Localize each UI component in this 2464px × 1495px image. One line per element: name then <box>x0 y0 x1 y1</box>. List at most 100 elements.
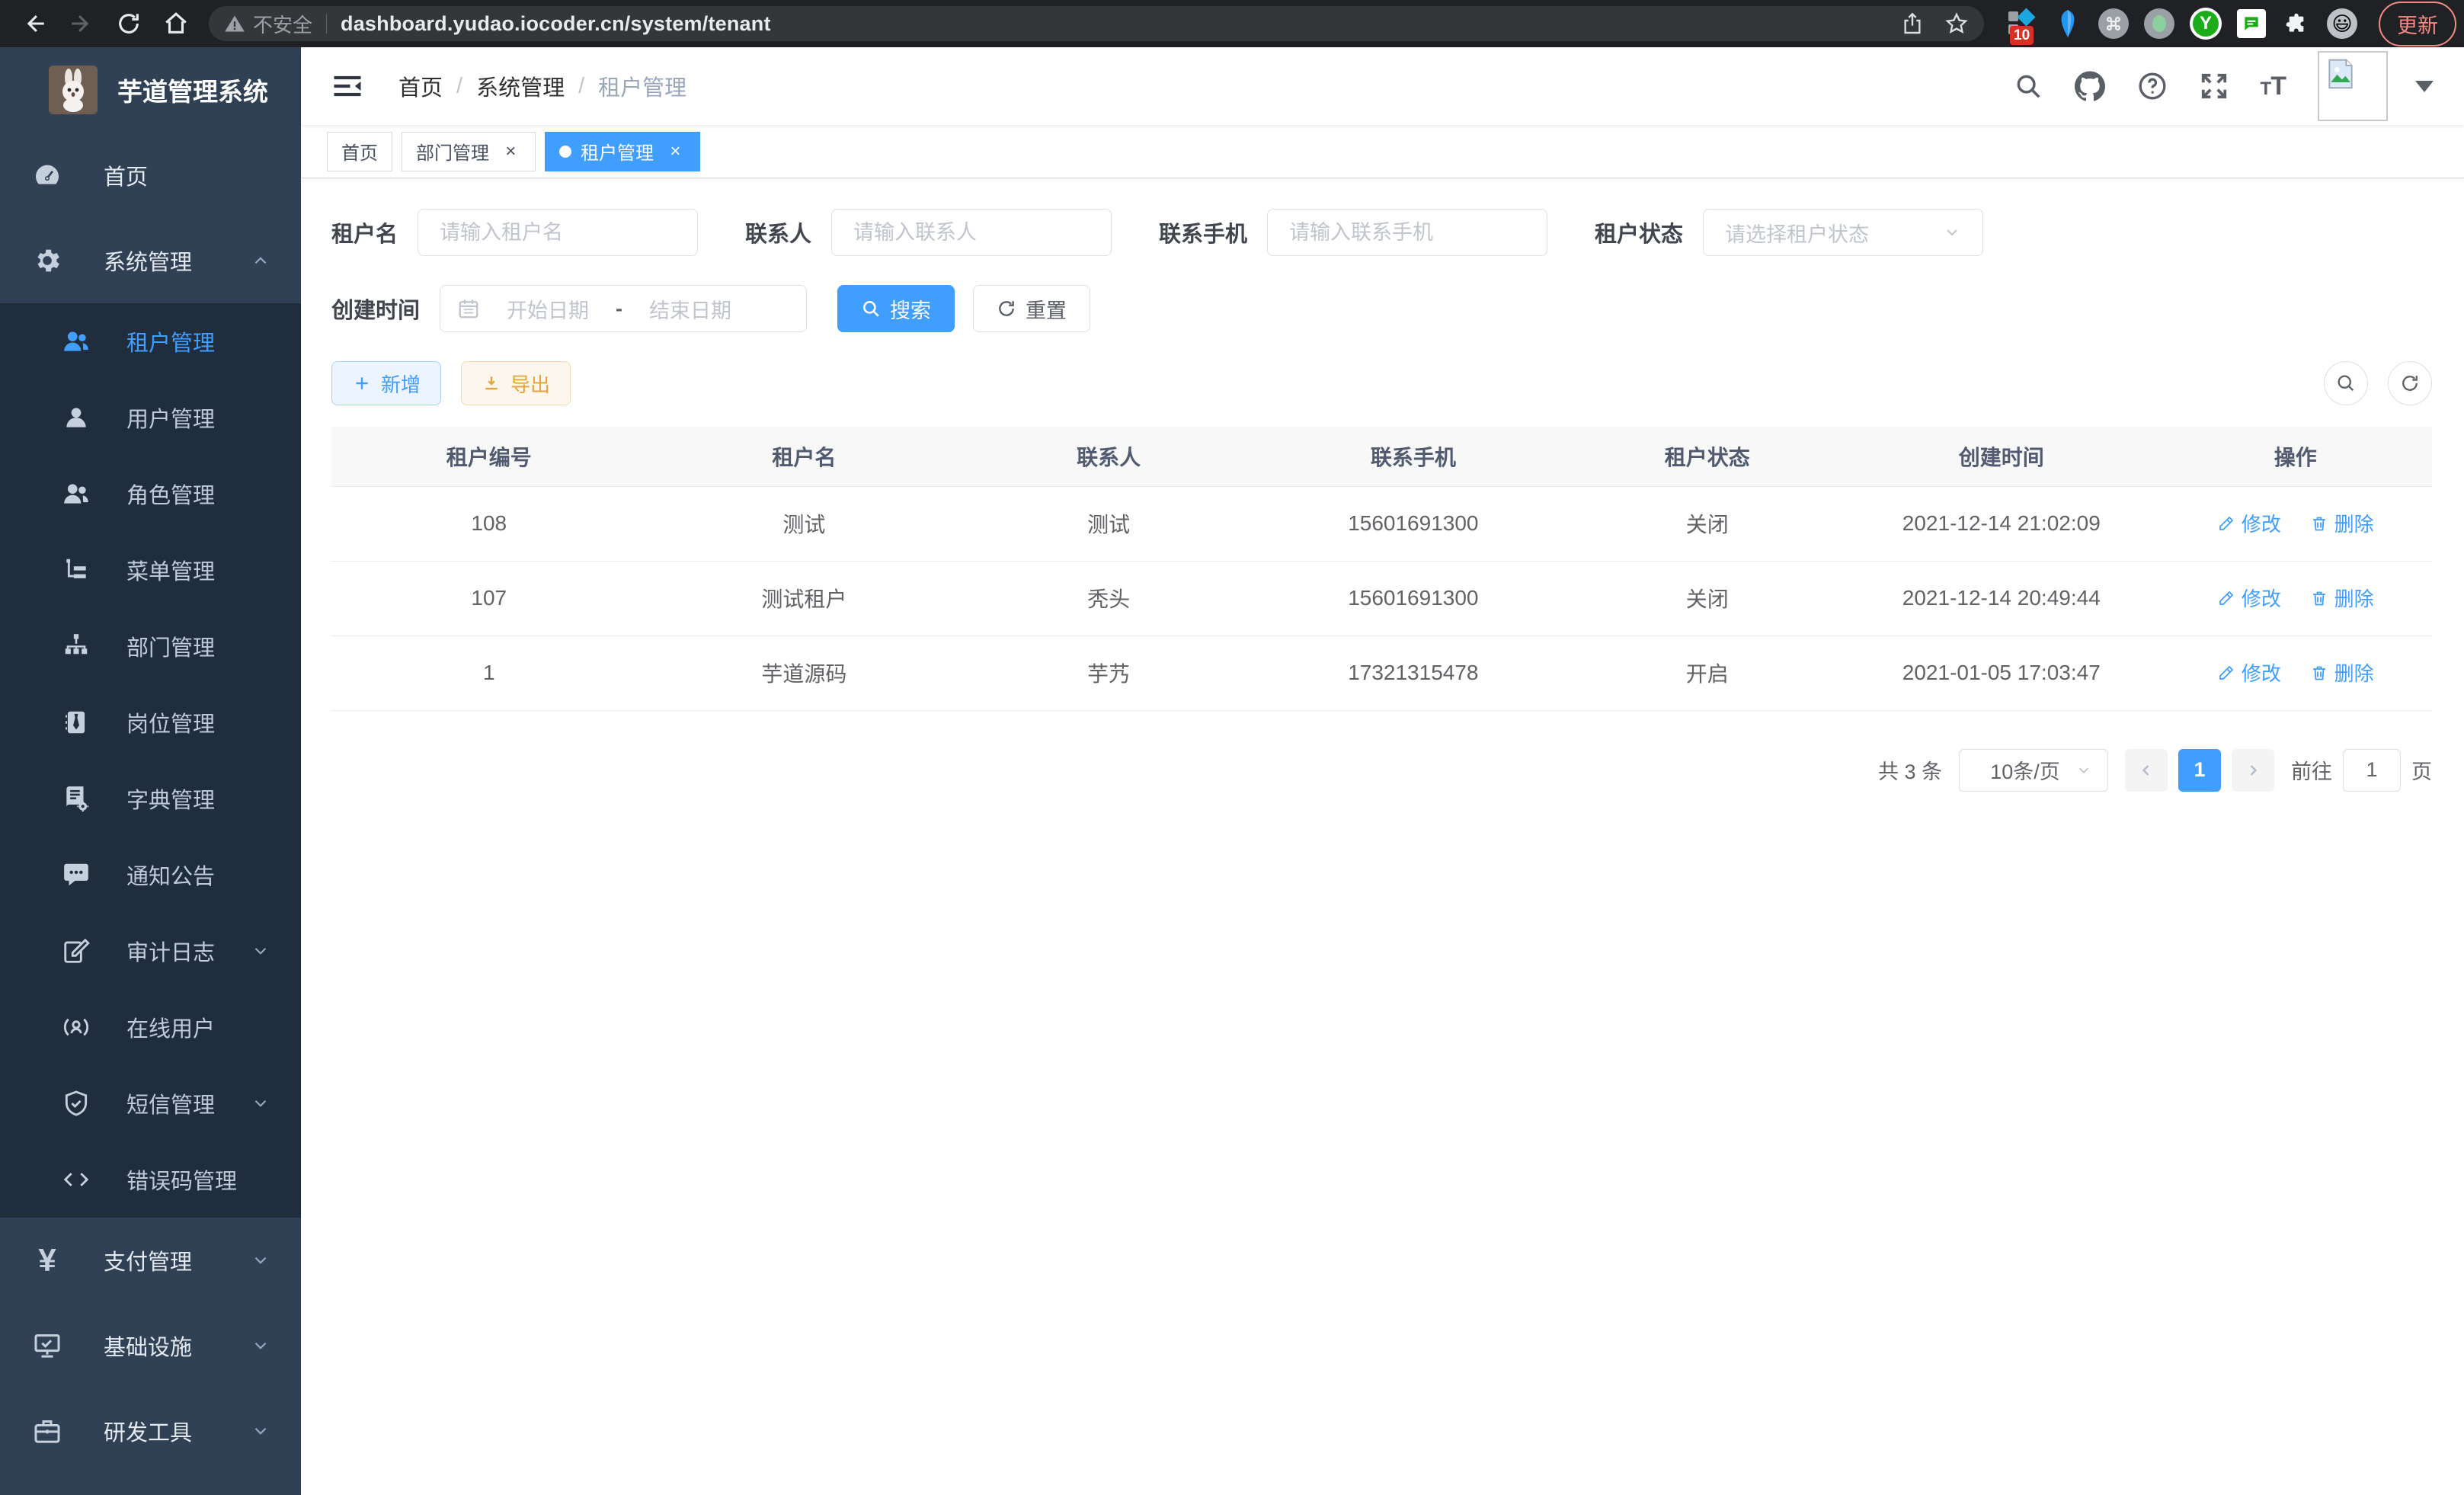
sidebar-item-user[interactable]: 用户管理 <box>0 379 301 456</box>
status-select[interactable]: 请选择租户状态 <box>1703 209 1983 256</box>
sidebar-item-system[interactable]: 系统管理 <box>0 218 301 303</box>
start-date-placeholder[interactable]: 开始日期 <box>491 294 605 324</box>
pagination: 共 3 条 10条/页 1 前往 页 <box>331 749 2432 792</box>
breadcrumb-home[interactable]: 首页 <box>398 70 443 102</box>
prev-page-button[interactable] <box>2125 749 2168 792</box>
broadcast-user-icon <box>59 1010 93 1044</box>
export-button[interactable]: 导出 <box>461 361 571 405</box>
chevron-left-icon <box>2137 761 2155 780</box>
delete-link[interactable]: 删除 <box>2310 509 2374 537</box>
sidebar-item-sms[interactable]: 短信管理 <box>0 1065 301 1141</box>
sidebar-item-error-code[interactable]: 错误码管理 <box>0 1141 301 1218</box>
extension-boxes-icon[interactable]: 10 <box>2007 8 2037 39</box>
edit-link[interactable]: 修改 <box>2217 509 2281 537</box>
sidebar-toggle-icon[interactable] <box>331 70 363 102</box>
app-logo[interactable]: 芋道管理系统 <box>0 47 301 133</box>
sidebar-item-tenant[interactable]: 租户管理 <box>0 303 301 379</box>
browser-reload-icon[interactable] <box>108 3 149 44</box>
warning-icon <box>224 13 245 34</box>
avatar-dropdown-caret-icon[interactable] <box>2415 81 2434 92</box>
extension-chat-icon[interactable] <box>2237 9 2266 38</box>
sidebar-item-label: 基础设施 <box>104 1330 192 1362</box>
reset-button[interactable]: 重置 <box>973 285 1090 332</box>
font-size-icon[interactable]: TT <box>2261 72 2286 101</box>
security-warning[interactable]: 不安全 <box>224 10 312 38</box>
sidebar-item-dict[interactable]: 字典管理 <box>0 760 301 837</box>
browser-back-icon[interactable] <box>14 3 55 44</box>
show-search-button[interactable] <box>2324 361 2368 405</box>
plus-icon <box>352 373 372 393</box>
phone-input[interactable] <box>1267 209 1547 256</box>
delete-link[interactable]: 删除 <box>2310 584 2374 612</box>
breadcrumb-system[interactable]: 系统管理 <box>476 70 565 102</box>
sidebar-item-home[interactable]: 首页 <box>0 133 301 218</box>
bookmark-star-icon[interactable] <box>1944 11 1969 36</box>
shield-check-icon <box>59 1087 93 1120</box>
extension-command-icon[interactable] <box>2098 8 2129 39</box>
browser-update-button[interactable]: 更新 <box>2379 2 2456 46</box>
next-page-button[interactable] <box>2232 749 2274 792</box>
browser-home-icon[interactable] <box>155 3 197 44</box>
sidebar-item-infra[interactable]: 基础设施 <box>0 1303 301 1388</box>
phone-label: 联系手机 <box>1159 216 1247 248</box>
browser-forward-icon[interactable] <box>61 3 102 44</box>
goto-page-input[interactable] <box>2343 749 2401 792</box>
tenant-name-label: 租户名 <box>331 216 398 248</box>
gear-icon <box>30 244 64 277</box>
tab-home[interactable]: 首页 <box>327 132 392 171</box>
close-icon[interactable] <box>664 141 686 162</box>
page-number-button[interactable]: 1 <box>2178 749 2221 792</box>
extension-record-icon[interactable] <box>2144 8 2174 39</box>
status-label: 租户状态 <box>1595 216 1683 248</box>
sidebar-item-notice[interactable]: 通知公告 <box>0 837 301 913</box>
github-icon[interactable] <box>2075 71 2105 101</box>
fullscreen-icon[interactable] <box>2200 72 2229 101</box>
tab-dept[interactable]: 部门管理 <box>402 132 536 171</box>
contact-input[interactable] <box>831 209 1112 256</box>
sidebar-item-dept[interactable]: 部门管理 <box>0 608 301 684</box>
briefcase-icon <box>30 1414 64 1448</box>
date-range-picker[interactable]: 开始日期 - 结束日期 <box>440 285 807 332</box>
contact-label: 联系人 <box>745 216 811 248</box>
edit-link[interactable]: 修改 <box>2217 584 2281 612</box>
chevron-down-icon <box>251 1093 270 1113</box>
close-icon[interactable] <box>500 141 521 162</box>
url-text[interactable]: dashboard.yudao.iocoder.cn/system/tenant <box>341 12 771 36</box>
chevron-right-icon <box>2244 761 2262 780</box>
sidebar-item-post[interactable]: 岗位管理 <box>0 684 301 760</box>
sidebar-item-pay[interactable]: ¥ 支付管理 <box>0 1218 301 1303</box>
end-date-placeholder[interactable]: 结束日期 <box>633 294 747 324</box>
message-bubble-icon <box>59 858 93 892</box>
tab-tenant[interactable]: 租户管理 <box>545 132 700 171</box>
page-size-select[interactable]: 10条/页 <box>1959 749 2108 792</box>
help-icon[interactable] <box>2137 71 2168 101</box>
extensions-puzzle-icon[interactable] <box>2281 8 2312 39</box>
add-button[interactable]: 新增 <box>331 361 441 405</box>
edit-link[interactable]: 修改 <box>2217 658 2281 687</box>
extension-emoji-icon[interactable]: 😃 <box>2327 8 2357 39</box>
address-bar[interactable]: 不安全 dashboard.yudao.iocoder.cn/system/te… <box>209 6 1984 41</box>
sidebar-item-dev-tools[interactable]: 研发工具 <box>0 1388 301 1474</box>
header-search-icon[interactable] <box>2014 72 2043 101</box>
avatar[interactable] <box>2318 51 2388 121</box>
breadcrumb: 首页 / 系统管理 / 租户管理 <box>398 70 686 102</box>
sidebar-item-role[interactable]: 角色管理 <box>0 456 301 532</box>
sidebar-item-menu[interactable]: 菜单管理 <box>0 532 301 608</box>
share-icon[interactable] <box>1900 11 1925 36</box>
sidebar-item-audit-log[interactable]: 审计日志 <box>0 913 301 989</box>
search-button[interactable]: 搜索 <box>837 285 955 332</box>
table-row: 1 芋道源码 芋艿 17321315478 开启 2021-01-05 17:0… <box>331 635 2432 710</box>
extension-bar: 10 Y 😃 <box>2007 8 2357 40</box>
delete-link[interactable]: 删除 <box>2310 658 2374 687</box>
tenant-name-input[interactable] <box>418 209 698 256</box>
sidebar-item-online-users[interactable]: 在线用户 <box>0 989 301 1065</box>
extension-kite-icon[interactable] <box>2053 8 2083 39</box>
extension-y-icon[interactable]: Y <box>2190 8 2222 40</box>
column-header: 操作 <box>2159 427 2432 486</box>
search-icon <box>2335 373 2357 394</box>
search-icon <box>861 299 881 319</box>
refresh-table-button[interactable] <box>2388 361 2432 405</box>
status-text: 开启 <box>1571 635 1844 710</box>
column-header: 租户状态 <box>1571 427 1844 486</box>
column-header: 联系人 <box>962 427 1256 486</box>
